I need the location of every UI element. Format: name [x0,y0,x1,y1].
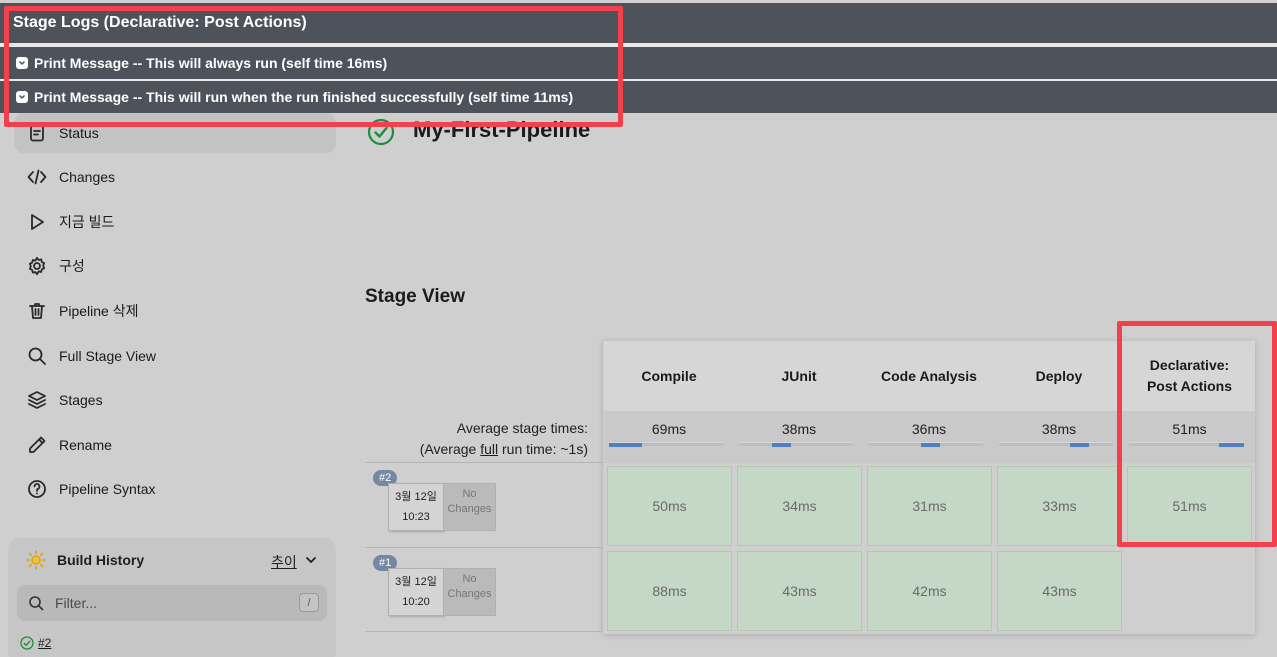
stage-avg-junit: 38ms [734,411,864,463]
stage-header-compile: Compile [604,341,734,411]
code-icon [26,166,48,188]
stage-header-junit: JUnit [734,341,864,411]
filter-placeholder: Filter... [55,595,98,611]
success-check-icon [20,636,34,650]
stage-cell[interactable]: 43ms [997,551,1122,631]
stage-cell[interactable]: 88ms [607,551,732,631]
run-changes[interactable]: No Changes [443,483,496,531]
help-icon [26,478,48,500]
stage-cell[interactable]: 34ms [737,466,862,546]
filter-shortcut-key: / [299,593,319,612]
stage-avg-bar [1129,442,1244,447]
sidebar-item-build-now[interactable]: 지금 빌드 [14,202,336,242]
run-row-1: #1 3월 12일 10:20 No Changes [365,547,603,632]
stage-logs-popup: Stage Logs (Declarative: Post Actions) P… [0,0,1277,116]
sidebar-item-label: Pipeline Syntax [59,481,156,497]
trash-icon [26,300,48,322]
pencil-icon [26,434,48,456]
stage-header-deploy: Deploy [994,341,1124,411]
layers-icon [26,389,48,411]
run-date: 3월 12일 10:23 [388,483,444,531]
gear-icon [26,255,48,277]
stage-cell[interactable]: 42ms [867,551,992,631]
log-line[interactable]: Print Message -- This will always run (s… [0,47,1277,79]
stage-avg-bar [739,442,853,447]
sidebar-item-label: Pipeline 삭제 [59,303,139,319]
sidebar-item-label: Full Stage View [59,348,157,364]
stage-view-title: Stage View [365,286,465,307]
sidebar-item-label: 구성 [59,258,85,274]
build-history-title: Build History [57,552,145,568]
stage-cell[interactable]: 50ms [607,466,732,546]
trend-link[interactable]: 추이 [271,552,297,572]
sidebar-item-label: Status [59,125,99,141]
stage-cell[interactable]: 33ms [997,466,1122,546]
sidebar-item-label: 지금 빌드 [59,214,115,230]
stage-avg-compile: 69ms [604,411,734,463]
log-line-text: Print Message -- This will always run (s… [34,55,388,71]
build-history-entry[interactable]: #2 [20,636,51,650]
log-line[interactable]: Print Message -- This will run when the … [0,81,1277,113]
expand-toggle-icon[interactable] [16,57,28,69]
stage-cell[interactable]: 43ms [737,551,862,631]
stage-cell[interactable]: 51ms [1127,466,1252,546]
chevron-down-icon[interactable] [305,554,317,566]
stage-avg-bar [869,442,983,447]
play-icon [26,211,48,233]
stage-avg-bar [609,442,723,447]
divider [365,631,603,632]
run-date: 3월 12일 10:20 [388,568,444,616]
sidebar-item-changes[interactable]: Changes [14,157,336,197]
build-number-link[interactable]: #2 [38,636,51,650]
sidebar-item-delete-pipeline[interactable]: Pipeline 삭제 [14,291,336,331]
log-line-text: Print Message -- This will run when the … [34,89,574,105]
sidebar-item-label: Rename [59,437,112,453]
average-stage-times-text: Average stage times: [456,420,588,436]
stage-logs-title: Stage Logs (Declarative: Post Actions) [0,3,1277,43]
stage-cell[interactable]: 31ms [867,466,992,546]
stage-avg-code-analysis: 36ms [864,411,994,463]
sidebar-item-pipeline-syntax[interactable]: Pipeline Syntax [14,469,336,509]
average-run-time-text: (Average full run time: ~1s) [419,441,588,457]
run-changes[interactable]: No Changes [443,568,496,616]
sidebar-item-label: Stages [59,392,103,408]
average-times-label: Average stage times: (Average full run t… [420,418,588,460]
page-title: My-First-Pipeline [413,117,591,142]
build-filter-input[interactable]: Filter... / [17,585,327,621]
sidebar-item-rename[interactable]: Rename [14,425,336,465]
sidebar-item-label: Changes [59,169,116,185]
search-icon [29,596,44,611]
success-check-icon [367,118,395,146]
full-run-link[interactable]: full [480,441,498,457]
status-icon [26,122,48,144]
stage-avg-bar [999,442,1113,447]
sidebar-item-configure[interactable]: 구성 [14,246,336,286]
stage-header-post-actions: Declarative: Post Actions [1124,341,1255,411]
sun-weather-icon [26,550,46,570]
sidebar-item-stages[interactable]: Stages [14,380,336,420]
expand-toggle-icon[interactable] [16,91,28,103]
run-row-2: #2 3월 12일 10:23 No Changes [365,462,603,547]
stage-header-code-analysis: Code Analysis [864,341,994,411]
sidebar-item-status[interactable]: Status [14,113,336,153]
sidebar-item-full-stage-view[interactable]: Full Stage View [14,336,336,376]
stage-avg-post-actions: 51ms [1124,411,1255,463]
search-icon [26,345,48,367]
stage-avg-deploy: 38ms [994,411,1124,463]
